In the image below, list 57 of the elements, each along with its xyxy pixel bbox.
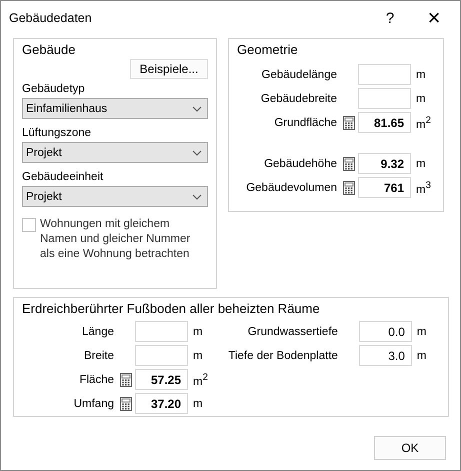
- unit-label: m$^{3}$: [416, 180, 431, 196]
- field-label: Umfang: [72, 398, 114, 410]
- group-title: Gebäude: [22, 42, 76, 57]
- input-field[interactable]: 57.25: [135, 369, 188, 390]
- input-field[interactable]: 9.32: [358, 153, 411, 174]
- dropdown-label: Gebäudetyp: [22, 83, 86, 95]
- field-label: Breite: [82, 350, 114, 362]
- field-label: Länge: [81, 326, 114, 338]
- examples-button[interactable]: Beispiele...: [130, 59, 208, 79]
- checkbox-label: Wohnungen mit gleichem Namen und gleicher Nummer als eine Wohnung betrachten: [40, 217, 192, 262]
- calculator-icon[interactable]: [120, 396, 132, 410]
- field-label: Gebäudelänge: [260, 68, 337, 80]
- field-label: Grundwassertiefe: [246, 326, 338, 338]
- input-field[interactable]: 0.0: [358, 321, 412, 342]
- field-label: Gebäudevolumen: [245, 182, 337, 194]
- dropdown-label: Gebäudeeinheit: [22, 171, 104, 183]
- unit-label: m: [416, 350, 427, 362]
- close-button[interactable]: ×: [412, 3, 456, 33]
- dropdown[interactable]: Projekt: [22, 142, 208, 163]
- unit-label: m: [193, 398, 203, 410]
- input-field[interactable]: [135, 321, 188, 342]
- window-title: Gebäudedaten: [9, 11, 93, 25]
- input-field[interactable]: [358, 88, 411, 109]
- field-label: Tiefe der Bodenplatte: [227, 350, 338, 362]
- dropdown[interactable]: Projekt: [22, 186, 208, 207]
- field-label: Fläche: [78, 374, 114, 386]
- chevron-down-icon: [192, 194, 202, 200]
- chevron-down-icon: [192, 106, 202, 112]
- unit-label: m: [193, 350, 203, 362]
- input-field[interactable]: 81.65: [358, 112, 411, 133]
- input-field[interactable]: 37.20: [135, 393, 188, 414]
- unit-label: m: [416, 92, 426, 104]
- input-field[interactable]: [358, 64, 411, 85]
- calculator-icon[interactable]: [343, 180, 355, 194]
- group-title: Geometrie: [237, 42, 298, 57]
- dropdown-label: Lüftungszone: [22, 127, 92, 139]
- calculator-icon[interactable]: [120, 372, 132, 386]
- dropdown[interactable]: Einfamilienhaus: [22, 98, 208, 119]
- calculator-icon[interactable]: [343, 116, 355, 130]
- field-label: Gebäudebreite: [260, 92, 337, 104]
- input-field[interactable]: 761: [358, 177, 411, 198]
- help-button[interactable]: ?: [368, 3, 412, 33]
- chevron-down-icon: [192, 150, 202, 156]
- input-field[interactable]: 3.0: [358, 345, 412, 366]
- unit-label: m: [416, 158, 426, 170]
- unit-label: m: [416, 326, 427, 338]
- unit-label: m: [416, 68, 426, 80]
- field-label: Grundfläche: [273, 116, 337, 128]
- field-label: Gebäudehöhe: [263, 158, 337, 170]
- ok-button[interactable]: OK: [374, 436, 446, 460]
- unit-label: m$^{2}$: [416, 114, 431, 130]
- unit-label: m: [193, 326, 203, 338]
- unit-label: m$^{2}$: [193, 372, 208, 388]
- input-field[interactable]: [135, 345, 188, 366]
- group-title: Erdreichberührter Fußboden aller beheizten Räume: [22, 301, 320, 316]
- calculator-icon[interactable]: [343, 156, 355, 170]
- checkbox[interactable]: [22, 218, 36, 232]
